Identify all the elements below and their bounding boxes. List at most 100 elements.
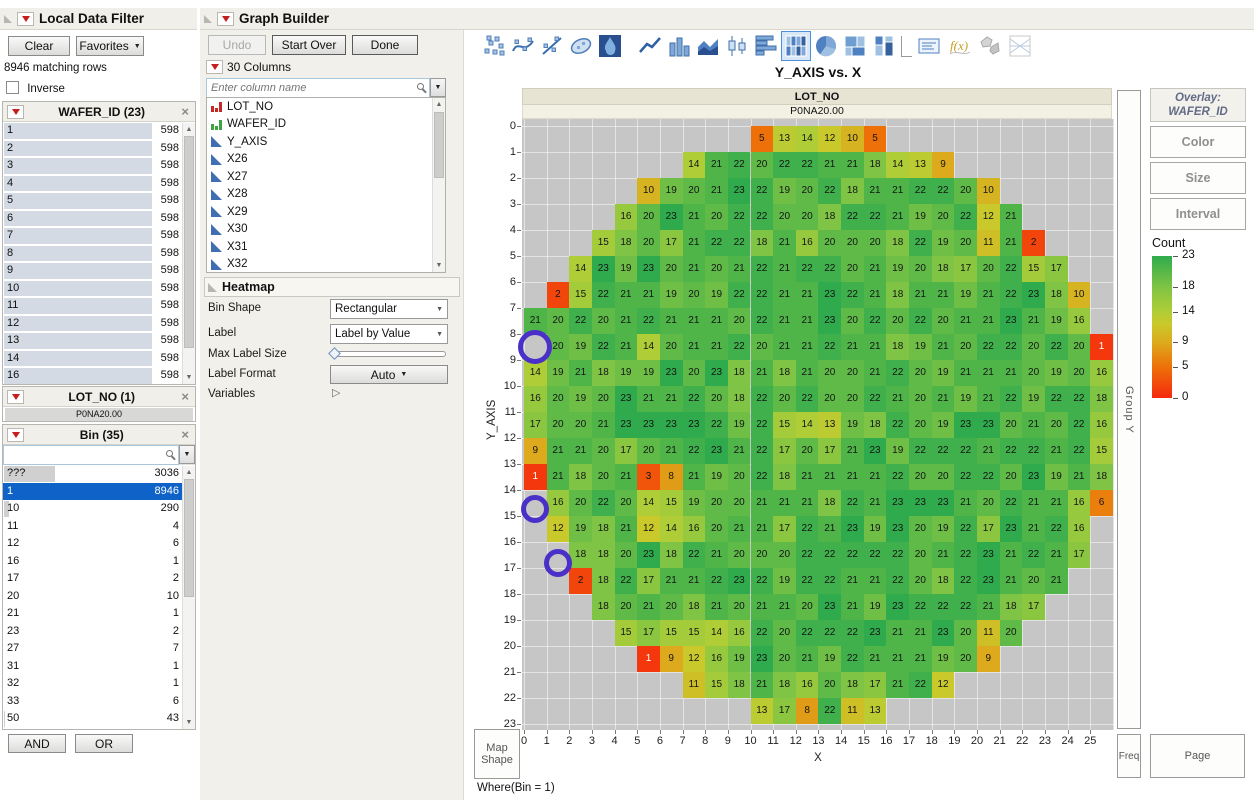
heatmap-cell[interactable]: 15 — [1090, 438, 1113, 464]
heatmap-cell[interactable]: 22 — [751, 178, 774, 204]
heatmap-cell[interactable]: 18 — [592, 568, 615, 594]
heatmap-cell[interactable]: 22 — [751, 256, 774, 282]
heatmap-cell[interactable]: 21 — [864, 256, 887, 282]
heatmap-cell[interactable]: 23 — [864, 620, 887, 646]
heatmap-cell[interactable]: 21 — [547, 464, 570, 490]
heatmap-cell[interactable]: 20 — [1022, 334, 1045, 360]
heatmap-cell[interactable]: 21 — [1045, 568, 1068, 594]
close-icon[interactable]: × — [179, 427, 191, 442]
heatmap-cell[interactable]: 21 — [796, 282, 819, 308]
heatmap-cell[interactable]: 21 — [637, 594, 660, 620]
heatmap-cell[interactable]: 20 — [954, 646, 977, 672]
formula-icon[interactable]: f(x) — [947, 33, 973, 59]
wafer-id-scrollbar[interactable]: ▲ ▼ — [182, 123, 195, 384]
heatmap-cell[interactable]: 21 — [977, 282, 1000, 308]
heatmap-cell[interactable]: 22 — [796, 620, 819, 646]
group-column-header[interactable]: LOT_NO — [522, 88, 1112, 105]
heatmap-cell[interactable]: 21 — [1022, 490, 1045, 516]
x-axis-title[interactable]: X — [522, 752, 1114, 764]
annotation-circle[interactable] — [521, 495, 549, 523]
bin-search-input[interactable] — [3, 445, 179, 465]
heatmap-cell[interactable]: 17 — [773, 438, 796, 464]
heatmap-cell[interactable]: 18 — [864, 412, 887, 438]
heatmap-cell[interactable]: 21 — [773, 490, 796, 516]
variables-expand-icon[interactable]: ▷ — [332, 386, 340, 399]
heatmap-cell[interactable]: 22 — [728, 204, 751, 230]
scroll-up-icon[interactable]: ▲ — [183, 123, 195, 136]
heatmap-cell[interactable]: 22 — [592, 282, 615, 308]
heatmap-cell[interactable]: 9 — [977, 646, 1000, 672]
overlay-zone[interactable]: Overlay: WAFER_ID — [1150, 88, 1246, 122]
heatmap-cell[interactable]: 23 — [932, 490, 955, 516]
heatmap-cell[interactable]: 12 — [977, 204, 1000, 230]
box-plot-icon[interactable] — [724, 33, 750, 59]
heatmap-cell[interactable]: 22 — [841, 490, 864, 516]
heatmap-cell[interactable]: 8 — [660, 464, 683, 490]
heatmap-cell[interactable]: 23 — [637, 256, 660, 282]
heatmap-cell[interactable]: 20 — [615, 490, 638, 516]
heatmap-cell[interactable]: 21 — [977, 386, 1000, 412]
heatmap-cell[interactable]: 18 — [728, 360, 751, 386]
heatmap-cell[interactable]: 21 — [841, 152, 864, 178]
heatmap-cell[interactable]: 22 — [909, 178, 932, 204]
heatmap-cell[interactable]: 21 — [796, 464, 819, 490]
scrollbar-thumb[interactable] — [434, 112, 444, 178]
heatmap-cell[interactable]: 22 — [818, 568, 841, 594]
color-gradient-legend[interactable] — [1152, 256, 1172, 398]
done-button[interactable]: Done — [352, 35, 418, 55]
heatmap-cell[interactable]: 20 — [569, 412, 592, 438]
close-icon[interactable]: × — [179, 389, 191, 404]
heatmap-cell[interactable]: 22 — [954, 516, 977, 542]
heatmap-cell[interactable]: 20 — [1000, 464, 1023, 490]
heatmap-cell[interactable]: 11 — [977, 230, 1000, 256]
heatmap-cell[interactable]: 20 — [592, 438, 615, 464]
heatmap-cell[interactable]: 11 — [977, 620, 1000, 646]
list-item[interactable]: 10598 — [3, 280, 195, 298]
heatmap-cell[interactable]: 6 — [1090, 490, 1113, 516]
scrollbar-thumb[interactable] — [184, 136, 194, 348]
heatmap-cell[interactable]: 22 — [818, 620, 841, 646]
freq-drop-zone[interactable]: Freq — [1117, 734, 1141, 778]
heatmap-cell[interactable]: 22 — [954, 542, 977, 568]
heatmap-cell[interactable]: 17 — [864, 672, 887, 698]
heatmap-cell[interactable]: 16 — [1068, 490, 1091, 516]
heatmap-cell[interactable]: 18 — [728, 672, 751, 698]
list-item[interactable]: 336 — [3, 693, 195, 711]
red-hotspot-menu-icon[interactable] — [7, 428, 24, 442]
heatmap-cell[interactable]: 20 — [705, 516, 728, 542]
heatmap-cell[interactable]: 20 — [751, 542, 774, 568]
heatmap-cell[interactable]: 21 — [977, 308, 1000, 334]
max-label-size-slider[interactable] — [334, 351, 446, 357]
heatmap-cell[interactable]: 20 — [728, 594, 751, 620]
heatmap-cell[interactable]: 23 — [615, 412, 638, 438]
heatmap-cell[interactable]: 11 — [683, 672, 706, 698]
heatmap-cell[interactable]: 10 — [977, 178, 1000, 204]
column-list-item[interactable]: X27 — [207, 168, 445, 186]
scroll-up-icon[interactable]: ▲ — [433, 98, 445, 111]
heatmap-cell[interactable]: 21 — [683, 568, 706, 594]
heatmap-cell[interactable]: 11 — [841, 698, 864, 724]
heatmap-cell[interactable]: 18 — [773, 672, 796, 698]
heatmap-cell[interactable]: 22 — [1022, 438, 1045, 464]
heatmap-cell[interactable]: 22 — [1000, 490, 1023, 516]
heatmap-cell[interactable]: 20 — [637, 230, 660, 256]
heatmap-cell[interactable]: 20 — [796, 204, 819, 230]
heatmap-cell[interactable]: 15 — [705, 672, 728, 698]
heatmap-cell[interactable]: 23 — [615, 386, 638, 412]
heatmap-cell[interactable]: 22 — [751, 282, 774, 308]
heatmap-cell[interactable]: 22 — [932, 178, 955, 204]
heatmap-cell[interactable]: 23 — [592, 256, 615, 282]
heatmap-cell[interactable]: 21 — [705, 152, 728, 178]
heatmap-cell[interactable]: 22 — [1000, 438, 1023, 464]
heatmap-cell[interactable]: 21 — [796, 490, 819, 516]
heatmap-cell[interactable]: 17 — [615, 438, 638, 464]
red-hotspot-menu-icon[interactable] — [206, 60, 223, 74]
heatmap-cell[interactable]: 22 — [841, 542, 864, 568]
heatmap-cell[interactable]: 16 — [728, 620, 751, 646]
list-item[interactable]: 8598 — [3, 245, 195, 263]
heatmap-cell[interactable]: 23 — [637, 412, 660, 438]
heatmap-cell[interactable]: 13 — [864, 698, 887, 724]
heatmap-cell[interactable]: 21 — [773, 594, 796, 620]
heatmap-cell[interactable]: 22 — [1045, 516, 1068, 542]
heatmap-cell[interactable]: 20 — [547, 412, 570, 438]
